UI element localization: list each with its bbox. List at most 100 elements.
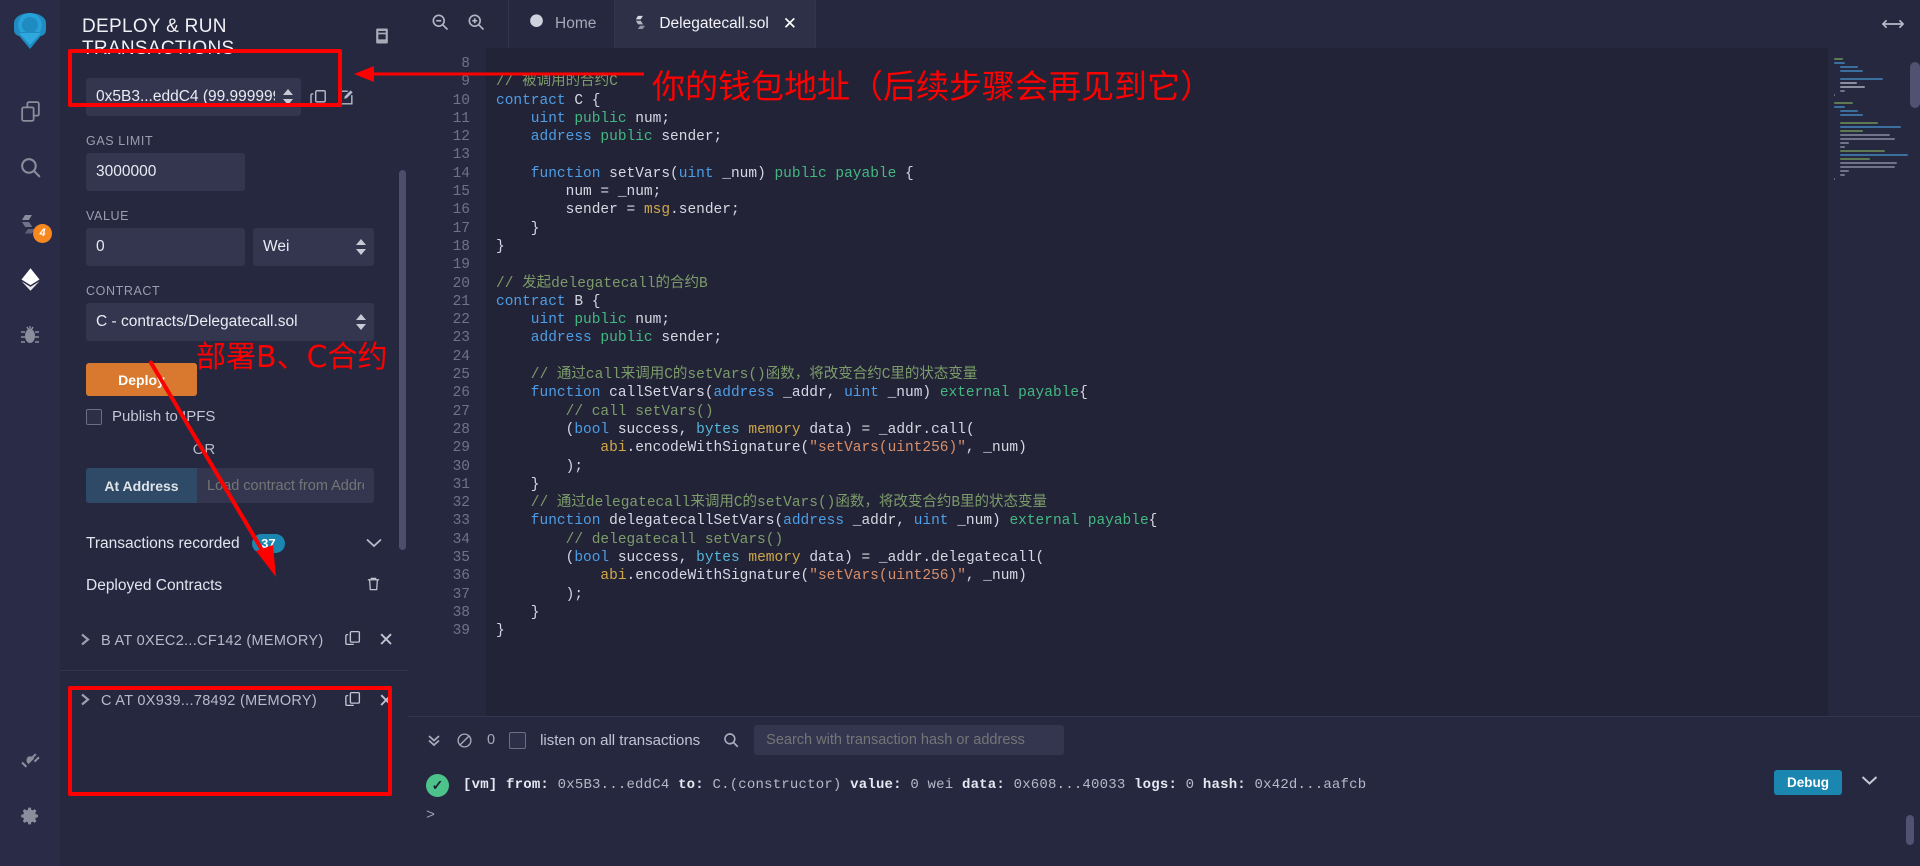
sidebar-item-solidity-compiler[interactable]: 4: [0, 195, 60, 251]
zoom-in-icon[interactable]: [466, 12, 486, 37]
icon-sidebar: 4: [0, 0, 60, 866]
sidebar-item-settings[interactable]: [0, 788, 60, 844]
panel-scrollbar[interactable]: [399, 170, 406, 550]
minimap-line: [1840, 174, 1845, 176]
code-content[interactable]: // 被调用的合约Ccontract C { uint public num; …: [486, 48, 1828, 716]
publish-ipfs-row[interactable]: Publish to IPFS: [60, 396, 408, 425]
deploy-button[interactable]: Deploy: [86, 363, 197, 396]
minimap-line: [1840, 138, 1895, 140]
code-line: );: [496, 458, 1828, 476]
minimap-line: [1840, 90, 1845, 92]
minimap-line: [1840, 126, 1901, 128]
logs-value: 0: [1186, 777, 1195, 793]
chevron-down-icon[interactable]: [1861, 773, 1878, 791]
code-line: function setVars(uint _num) public payab…: [496, 165, 1828, 183]
editor-tabbar: Home Delegatecall.sol ✕: [408, 0, 1920, 48]
gas-limit-row: 3000000: [60, 153, 408, 191]
transaction-search-input[interactable]: [754, 725, 1064, 755]
account-select[interactable]: 0x5B3...eddC4 (99.9999999: [86, 78, 301, 116]
close-icon[interactable]: ✕: [378, 629, 394, 652]
home-icon: [527, 12, 546, 36]
chevrons-down-icon[interactable]: [426, 732, 442, 748]
zoom-out-icon[interactable]: [430, 12, 450, 37]
minimap-line: [1840, 82, 1857, 84]
panel-docs-icon[interactable]: [372, 26, 392, 51]
chevron-down-icon[interactable]: [366, 535, 382, 553]
code-line: [496, 256, 1828, 274]
line-number: 16: [408, 201, 470, 219]
chevron-right-icon[interactable]: [80, 633, 91, 649]
tab-home-label: Home: [555, 15, 596, 33]
code-line: }: [496, 604, 1828, 622]
value-unit-select[interactable]: Wei: [253, 228, 374, 266]
line-number-gutter: 8910111213141516171819202122232425262728…: [408, 48, 486, 716]
gas-limit-input[interactable]: 3000000: [86, 153, 245, 191]
list-item[interactable]: B AT 0XEC2...CF142 (MEMORY) ✕: [60, 611, 408, 671]
code-line: );: [496, 586, 1828, 604]
code-line: }: [496, 220, 1828, 238]
sidebar-item-debugger[interactable]: [0, 307, 60, 363]
tab-home[interactable]: Home: [508, 0, 614, 48]
line-number: 27: [408, 403, 470, 421]
tab-file-label: Delegatecall.sol: [659, 15, 768, 33]
line-number: 18: [408, 238, 470, 256]
minimap-line: [1840, 66, 1858, 68]
value-input[interactable]: 0: [86, 228, 245, 266]
clear-deployed-icon[interactable]: [365, 575, 382, 598]
publish-ipfs-checkbox[interactable]: [86, 409, 102, 425]
copy-icon[interactable]: [344, 629, 362, 652]
listen-transactions-label: listen on all transactions: [540, 732, 700, 749]
expand-horizontal-icon[interactable]: [1866, 0, 1920, 48]
sidebar-item-deploy-run[interactable]: [0, 251, 60, 307]
minimap-line: [1840, 122, 1878, 124]
remix-logo-icon[interactable]: [4, 6, 56, 63]
listen-transactions-checkbox[interactable]: [509, 732, 526, 749]
contract-label: CONTRACT: [86, 284, 408, 298]
tab-delegatecall-sol[interactable]: Delegatecall.sol ✕: [614, 0, 815, 48]
code-line: (bool success, bytes memory data) = _add…: [496, 549, 1828, 567]
pending-count: 0: [487, 732, 495, 748]
debug-button[interactable]: Debug: [1774, 770, 1842, 795]
code-line: abi.encodeWithSignature("setVars(uint256…: [496, 439, 1828, 457]
sidebar-item-file-explorer[interactable]: [0, 83, 60, 139]
copy-icon[interactable]: [344, 690, 362, 713]
clear-console-icon[interactable]: [456, 732, 473, 749]
deployed-contract-name: C AT 0X939...78492 (MEMORY): [101, 693, 334, 709]
code-editor[interactable]: 8910111213141516171819202122232425262728…: [408, 48, 1920, 716]
page-title: DEPLOY & RUN TRANSACTIONS: [82, 16, 372, 60]
line-number: 13: [408, 146, 470, 164]
at-address-button[interactable]: At Address: [86, 468, 197, 503]
terminal-prompt[interactable]: >: [408, 807, 1920, 824]
sidebar-item-plugin-manager[interactable]: [0, 732, 60, 788]
transactions-recorded-row[interactable]: Transactions recorded 37: [60, 529, 408, 559]
chevron-updown-icon: [356, 314, 366, 330]
copy-account-icon[interactable]: [309, 88, 328, 107]
transaction-log-row[interactable]: ✓ [vm] from: 0x5B3...eddC4 to: C.(constr…: [426, 763, 1902, 807]
close-icon[interactable]: ✕: [783, 14, 797, 34]
contract-row: C - contracts/Delegatecall.sol: [60, 303, 408, 341]
close-icon[interactable]: ✕: [378, 690, 394, 713]
code-line: [496, 146, 1828, 164]
list-item[interactable]: C AT 0X939...78492 (MEMORY) ✕: [60, 671, 408, 731]
edit-account-icon[interactable]: [336, 88, 355, 107]
search-icon[interactable]: [722, 731, 740, 749]
line-number: 26: [408, 384, 470, 402]
at-address-input[interactable]: [197, 468, 374, 503]
to-label: to:: [678, 777, 704, 793]
code-line: }: [496, 622, 1828, 640]
minimap-line: [1840, 150, 1885, 152]
code-minimap[interactable]: [1828, 48, 1920, 716]
code-line: function delegatecallSetVars(address _ad…: [496, 512, 1828, 530]
editor-scrollbar[interactable]: [1910, 48, 1920, 716]
chevron-right-icon[interactable]: [80, 693, 91, 709]
hash-value: 0x42d...aafcb: [1255, 777, 1367, 793]
minimap-line: [1840, 110, 1858, 112]
value-label: VALUE: [86, 209, 408, 223]
terminal-scrollbar[interactable]: [1906, 815, 1914, 845]
contract-select[interactable]: C - contracts/Delegatecall.sol: [86, 303, 374, 341]
data-label: data:: [962, 777, 1005, 793]
publish-ipfs-label: Publish to IPFS: [112, 408, 215, 425]
code-line: uint public num;: [496, 110, 1828, 128]
terminal-body: ✓ [vm] from: 0x5B3...eddC4 to: C.(constr…: [408, 763, 1920, 807]
sidebar-item-search[interactable]: [0, 139, 60, 195]
